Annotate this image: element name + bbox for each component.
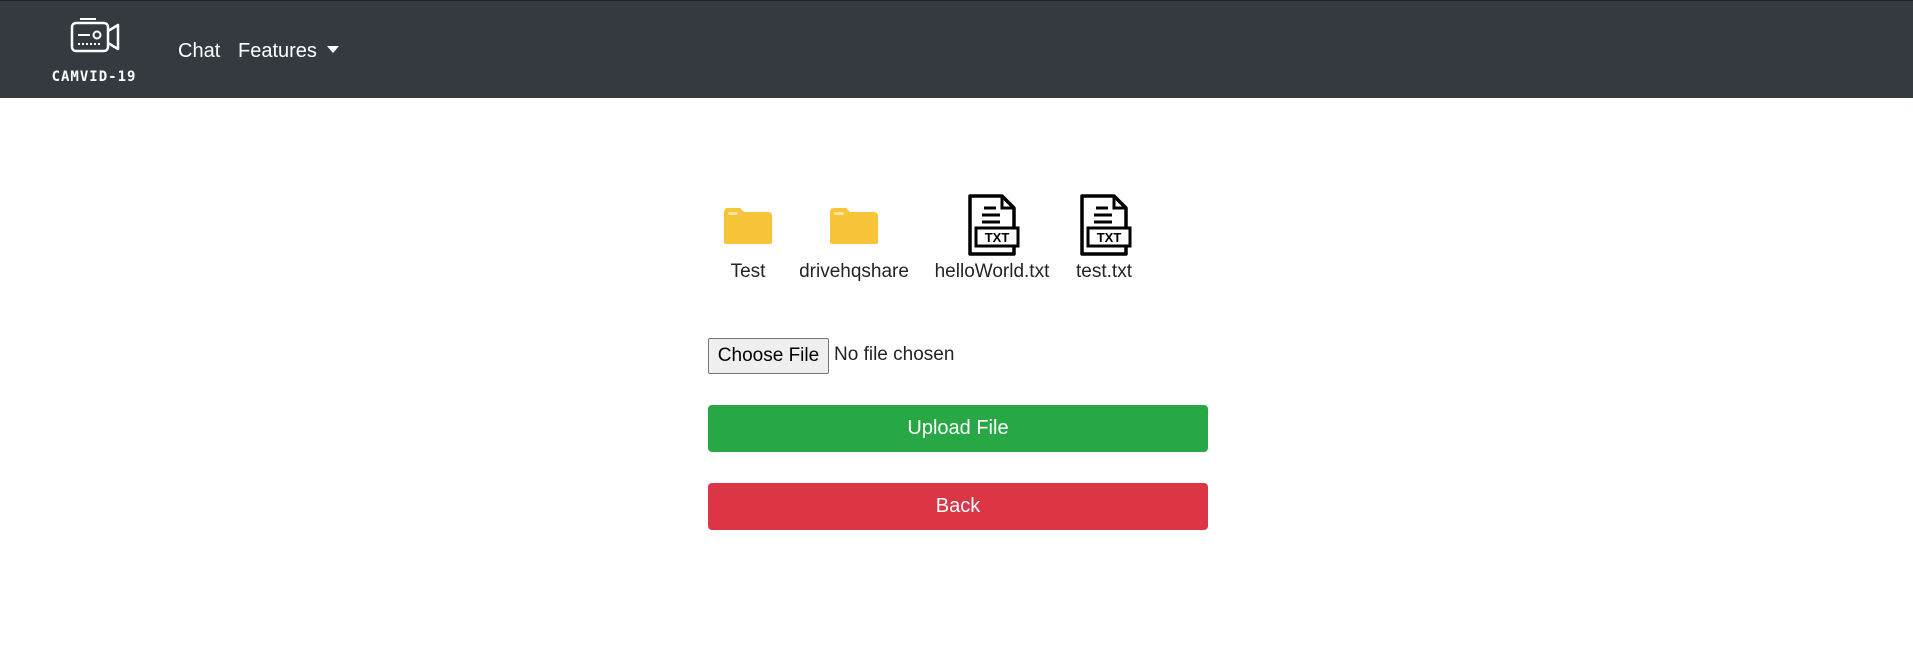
brand-link[interactable]: CAMVID-19 <box>48 15 140 87</box>
file-name: drivehqshare <box>799 261 909 282</box>
file-status: No file chosen <box>834 344 955 365</box>
upload-file-button[interactable]: Upload File <box>708 405 1208 452</box>
nav-features-label: Features <box>238 40 317 62</box>
navbar: CAMVID-19 Chat Features <box>0 0 1913 98</box>
folder-icon <box>830 208 878 244</box>
file-name: test.txt <box>1076 261 1132 282</box>
txt-file-icon: TXT <box>1080 194 1132 256</box>
choose-file-button[interactable]: Choose File <box>708 338 829 374</box>
brand-name: CAMVID-19 <box>51 69 137 85</box>
back-button[interactable]: Back <box>708 483 1208 530</box>
txt-file-icon: TXT <box>968 194 1020 256</box>
nav-features-dropdown[interactable]: Features <box>238 39 339 63</box>
folder-icon <box>724 208 772 244</box>
caret-down-icon <box>326 46 339 53</box>
txt-badge: TXT <box>985 230 1010 245</box>
file-name: Test <box>730 261 766 282</box>
txt-badge: TXT <box>1097 230 1122 245</box>
nav-chat-link[interactable]: Chat <box>178 39 220 63</box>
file-name: helloWorld.txt <box>934 261 1050 282</box>
video-camera-icon <box>70 18 120 53</box>
